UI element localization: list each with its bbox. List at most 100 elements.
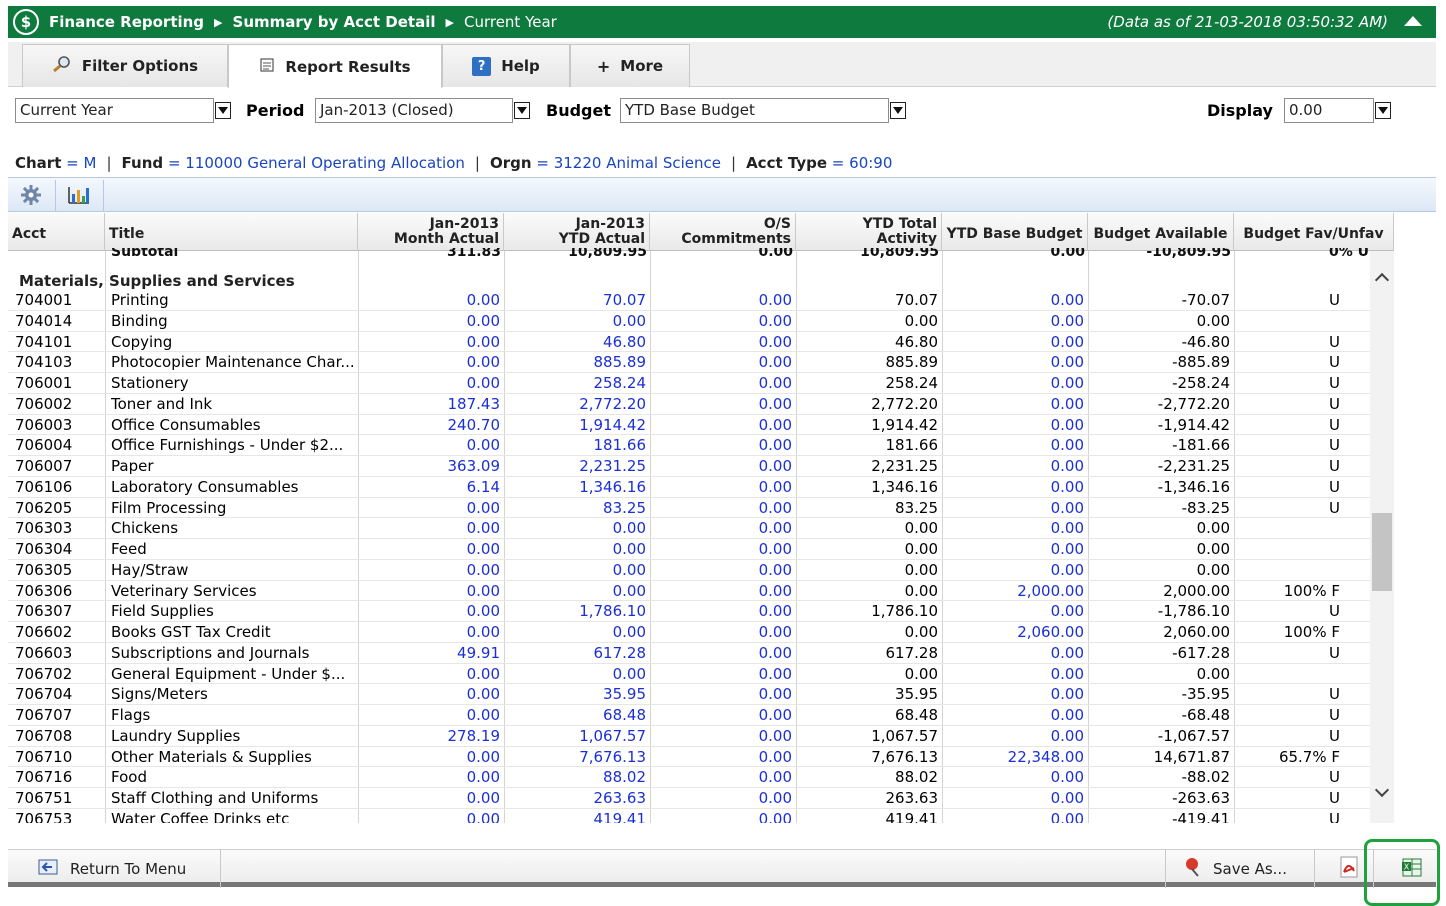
cell-ytd-actual[interactable]: 0.00 — [504, 623, 646, 641]
table-row[interactable]: 706004 Office Furnishings - Under $2... 0.… — [8, 435, 1370, 456]
cell-ytd-actual[interactable]: 88.02 — [504, 768, 646, 786]
cell-ytd-base-budget[interactable]: 0.00 — [942, 644, 1084, 662]
table-row[interactable]: 706716 Food 0.00 88.02 0.00 88.02 0.00 -88.02 U — [8, 767, 1370, 788]
table-row[interactable]: 706205 Film Processing 0.00 83.25 0.00 83.25 0… — [8, 498, 1370, 519]
cell-commitments[interactable]: 0.00 — [650, 685, 792, 703]
table-row[interactable]: 706710 Other Materials & Supplies 0.00 7,67… — [8, 747, 1370, 768]
cell-month-actual[interactable]: 0.00 — [358, 602, 500, 620]
cell-month-actual[interactable]: 0.00 — [358, 561, 500, 579]
tab-filter-options[interactable]: Filter Options — [22, 44, 228, 87]
year-dropdown-icon[interactable] — [215, 102, 231, 119]
cell-ytd-actual[interactable]: 263.63 — [504, 789, 647, 807]
table-row[interactable]: 704103 Photocopier Maintenance Char... 0.0… — [8, 352, 1370, 373]
cell-ytd-base-budget[interactable]: 0.00 — [942, 540, 1084, 558]
cell-month-actual[interactable]: 278.19 — [358, 727, 501, 745]
table-row[interactable]: 706307 Field Supplies 0.00 1,786.10 0.00 1,78… — [8, 601, 1370, 622]
cell-ytd-actual[interactable]: 83.25 — [504, 499, 646, 517]
cell-commitments[interactable]: 0.00 — [650, 644, 792, 662]
cell-commitments[interactable]: 0.00 — [650, 561, 792, 579]
period-select[interactable]: Jan-2013 (Closed) — [315, 98, 513, 123]
year-select[interactable]: Current Year — [15, 98, 214, 123]
cell-month-actual[interactable]: 0.00 — [358, 353, 500, 371]
col-header-ytd-total[interactable]: YTD Total Activity — [796, 213, 942, 251]
scroll-thumb[interactable] — [1372, 513, 1392, 591]
cell-commitments[interactable]: 0.00 — [650, 291, 792, 309]
tab-help[interactable]: ? Help — [442, 44, 570, 87]
cell-ytd-actual[interactable]: 1,786.10 — [504, 602, 646, 620]
cell-ytd-base-budget[interactable]: 0.00 — [942, 478, 1084, 496]
cell-ytd-actual[interactable]: 2,772.20 — [504, 395, 646, 413]
cell-ytd-actual[interactable]: 0.00 — [504, 561, 646, 579]
table-row[interactable]: 706001 Stationery 0.00 258.24 0.00 258.24 0.00… — [8, 373, 1370, 394]
cell-month-actual[interactable]: 0.00 — [358, 665, 500, 683]
table-row[interactable]: 706002 Toner and Ink 187.43 2,772.20 0.00 2,7… — [8, 394, 1370, 415]
table-row[interactable]: 706106 Laboratory Consumables 6.14 1,346.16… — [8, 477, 1370, 498]
cell-month-actual[interactable]: 0.00 — [358, 789, 500, 807]
cell-ytd-actual[interactable]: 1,067.57 — [504, 727, 646, 745]
cell-month-actual[interactable]: 0.00 — [358, 291, 500, 309]
table-row[interactable]: 704001 Printing 0.00 70.07 0.00 70.07 0.00 -70.… — [8, 290, 1370, 311]
cell-month-actual[interactable]: 0.00 — [358, 519, 500, 537]
cell-month-actual[interactable]: 0.00 — [358, 540, 500, 558]
cell-ytd-actual[interactable]: 7,676.13 — [504, 748, 646, 766]
cell-month-actual[interactable]: 0.00 — [358, 374, 500, 392]
cell-commitments[interactable]: 0.00 — [650, 727, 792, 745]
budget-dropdown-icon[interactable] — [890, 102, 906, 119]
col-header-budget-fav-unfav[interactable]: Budget Fav/Unfav — [1234, 213, 1394, 251]
scroll-up-icon[interactable] — [1374, 272, 1390, 288]
cell-ytd-base-budget[interactable]: 0.00 — [942, 436, 1084, 454]
cell-ytd-actual[interactable]: 35.95 — [504, 685, 646, 703]
cell-ytd-actual[interactable]: 0.00 — [504, 582, 646, 600]
cell-ytd-base-budget[interactable]: 0.00 — [942, 727, 1084, 745]
table-row[interactable]: 706753 Water Coffee Drinks etc 0.00 419.41 0… — [8, 809, 1370, 823]
cell-ytd-base-budget[interactable]: 0.00 — [942, 810, 1084, 823]
table-row[interactable]: 706707 Flags 0.00 68.48 0.00 68.48 0.00 -68.48 U — [8, 705, 1370, 726]
cell-commitments[interactable]: 0.00 — [650, 353, 792, 371]
table-row[interactable]: 706304 Feed 0.00 0.00 0.00 0.00 0.00 0.00 — [8, 539, 1370, 560]
cell-month-actual[interactable]: 240.70 — [358, 416, 501, 434]
scroll-down-icon[interactable] — [1374, 782, 1390, 798]
table-row[interactable]: 706306 Veterinary Services 0.00 0.00 0.00 0.0… — [8, 581, 1370, 602]
cell-commitments[interactable]: 0.00 — [650, 478, 792, 496]
cell-commitments[interactable]: 0.00 — [650, 333, 792, 351]
col-header-acct[interactable]: Acct — [8, 213, 105, 251]
cell-ytd-actual[interactable]: 258.24 — [504, 374, 647, 392]
cell-month-actual[interactable]: 0.00 — [358, 499, 500, 517]
cell-commitments[interactable]: 0.00 — [650, 499, 792, 517]
table-row[interactable]: 706602 Books GST Tax Credit 0.00 0.00 0.00 0.… — [8, 622, 1370, 643]
cell-commitments[interactable]: 0.00 — [650, 395, 792, 413]
cell-month-actual[interactable]: 49.91 — [358, 644, 500, 662]
cell-month-actual[interactable]: 0.00 — [358, 582, 500, 600]
cell-ytd-base-budget[interactable]: 0.00 — [942, 333, 1084, 351]
table-row[interactable]: 706708 Laundry Supplies 278.19 1,067.57 0.00… — [8, 726, 1370, 747]
cell-commitments[interactable]: 0.00 — [650, 416, 792, 434]
display-dropdown-icon[interactable] — [1375, 102, 1391, 119]
cell-ytd-base-budget[interactable]: 2,000.00 — [942, 582, 1084, 600]
cell-ytd-actual[interactable]: 419.41 — [504, 810, 647, 823]
cell-ytd-actual[interactable]: 0.00 — [504, 519, 646, 537]
cell-month-actual[interactable]: 0.00 — [358, 810, 500, 823]
cell-ytd-base-budget[interactable]: 0.00 — [942, 602, 1084, 620]
cell-ytd-actual[interactable]: 1,914.42 — [504, 416, 646, 434]
cell-month-actual[interactable]: 0.00 — [358, 706, 500, 724]
chart-icon[interactable] — [64, 182, 94, 208]
cell-ytd-base-budget[interactable]: 0.00 — [942, 665, 1084, 683]
cell-ytd-actual[interactable]: 617.28 — [504, 644, 647, 662]
cell-commitments[interactable]: 0.00 — [650, 706, 792, 724]
cell-ytd-actual[interactable]: 1,346.16 — [504, 478, 646, 496]
cell-ytd-actual[interactable]: 68.48 — [504, 706, 646, 724]
cell-ytd-actual[interactable]: 0.00 — [504, 540, 646, 558]
col-header-commitments[interactable]: O/S Commitments — [650, 213, 796, 251]
table-row[interactable]: 706305 Hay/Straw 0.00 0.00 0.00 0.00 0.00 0.00 — [8, 560, 1370, 581]
cell-commitments[interactable]: 0.00 — [650, 312, 792, 330]
cell-ytd-base-budget[interactable]: 0.00 — [942, 291, 1084, 309]
cell-month-actual[interactable]: 0.00 — [358, 768, 500, 786]
cell-month-actual[interactable]: 0.00 — [358, 312, 500, 330]
cell-ytd-base-budget[interactable]: 0.00 — [942, 395, 1084, 413]
save-as-button[interactable]: Save As... — [1173, 850, 1297, 888]
table-row[interactable]: 706007 Paper 363.09 2,231.25 0.00 2,231.25 0.0… — [8, 456, 1370, 477]
cell-ytd-base-budget[interactable]: 0.00 — [942, 457, 1084, 475]
cell-ytd-base-budget[interactable]: 0.00 — [942, 561, 1084, 579]
budget-select[interactable]: YTD Base Budget — [620, 98, 889, 123]
col-header-month-actual[interactable]: Jan-2013 Month Actual — [358, 213, 504, 251]
